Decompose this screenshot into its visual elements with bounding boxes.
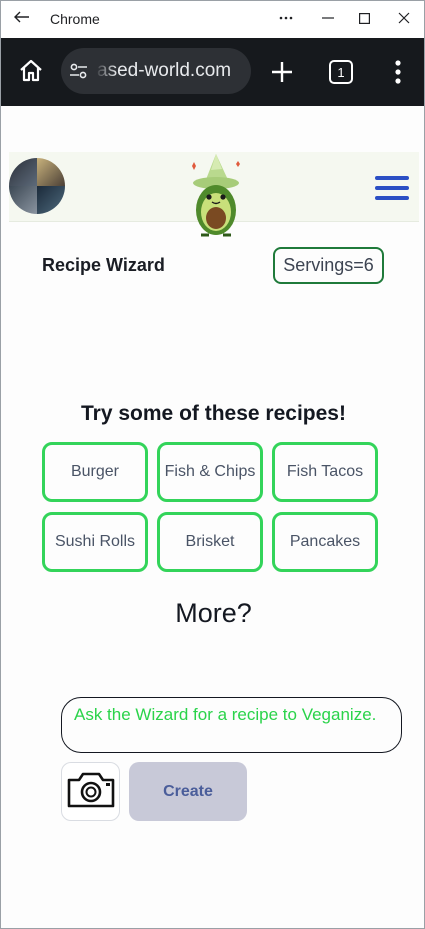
create-button[interactable]: Create xyxy=(129,762,247,821)
recipe-button-pancakes[interactable]: Pancakes xyxy=(272,512,378,572)
browser-toolbar: ased-world.com 1 xyxy=(1,38,424,106)
recipe-button-brisket[interactable]: Brisket xyxy=(157,512,263,572)
window-titlebar: Chrome xyxy=(1,1,424,38)
tab-count: 1 xyxy=(337,64,345,80)
url-fade xyxy=(95,54,117,88)
url-text: ased-world.com xyxy=(97,60,232,81)
recipe-button-fish-tacos[interactable]: Fish Tacos xyxy=(272,442,378,502)
suggestions-heading: Try some of these recipes! xyxy=(81,402,346,425)
servings-button[interactable]: Servings=6 xyxy=(273,247,384,284)
recipe-button-burger[interactable]: Burger xyxy=(42,442,148,502)
plus-icon[interactable] xyxy=(269,59,295,85)
minimize-icon[interactable] xyxy=(311,5,345,31)
window-title: Chrome xyxy=(50,11,100,27)
home-icon[interactable] xyxy=(17,57,45,85)
more-heading[interactable]: More? xyxy=(1,598,424,629)
tab-counter-icon[interactable]: 1 xyxy=(329,60,353,84)
page-title: Recipe Wizard xyxy=(42,255,165,275)
browser-window: Chrome ased-world.com 1 Recipe Wizard Se… xyxy=(0,0,425,929)
avocado-wizard-logo[interactable] xyxy=(185,152,247,238)
recipe-button-fish-chips[interactable]: Fish & Chips xyxy=(157,442,263,502)
hamburger-menu-icon[interactable] xyxy=(375,176,409,200)
recipe-button-sushi-rolls[interactable]: Sushi Rolls xyxy=(42,512,148,572)
camera-icon xyxy=(66,769,116,814)
web-page: Recipe Wizard Servings=6 Try some of the… xyxy=(1,106,424,928)
more-options-icon[interactable] xyxy=(269,5,303,31)
site-header xyxy=(9,152,419,237)
camera-button[interactable] xyxy=(61,762,120,821)
tune-icon[interactable] xyxy=(69,61,89,81)
address-bar[interactable]: ased-world.com xyxy=(61,48,251,94)
vertical-dots-icon[interactable] xyxy=(393,59,403,85)
avatar[interactable] xyxy=(9,158,65,214)
recipe-prompt-input[interactable]: Ask the Wizard for a recipe to Veganize. xyxy=(61,697,402,753)
arrow-left-icon[interactable] xyxy=(11,6,33,28)
close-icon[interactable] xyxy=(387,5,421,31)
maximize-icon[interactable] xyxy=(347,5,381,31)
